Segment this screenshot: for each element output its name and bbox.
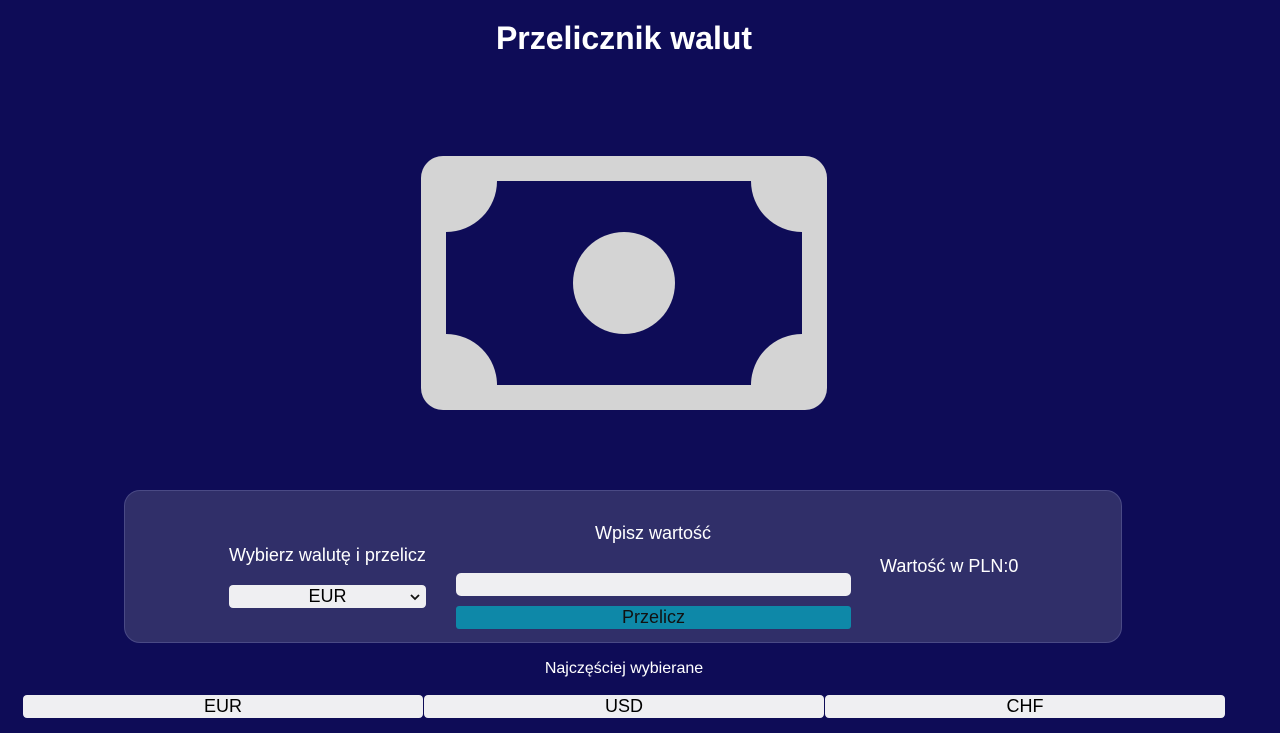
currency-select[interactable]: EUR bbox=[229, 585, 426, 608]
page-title: Przelicznik walut bbox=[495, 20, 753, 56]
converter-panel: Wybierz walutę i przelicz EUR Wpisz wart… bbox=[124, 490, 1122, 643]
chevron-down-icon bbox=[410, 594, 420, 601]
quick-currency-eur-button[interactable]: EUR bbox=[23, 695, 423, 718]
calculate-button[interactable]: Przelicz bbox=[456, 606, 851, 629]
currency-converter-page: Przelicznik walut Wybierz walutę i przel… bbox=[0, 0, 1280, 733]
currency-select-label: Wybierz walutę i przelicz bbox=[229, 545, 426, 565]
value-input[interactable] bbox=[456, 573, 851, 596]
value-input-label: Wpisz wartość bbox=[595, 523, 712, 543]
money-bill-icon bbox=[421, 156, 827, 410]
quick-currency-chf-button[interactable]: CHF bbox=[825, 695, 1225, 718]
result-text: Wartość w PLN:0 bbox=[880, 556, 1019, 576]
favorites-label: Najczęściej wybierane bbox=[544, 660, 704, 677]
quick-currency-usd-button[interactable]: USD bbox=[424, 695, 824, 718]
currency-select-value: EUR bbox=[308, 586, 347, 606]
